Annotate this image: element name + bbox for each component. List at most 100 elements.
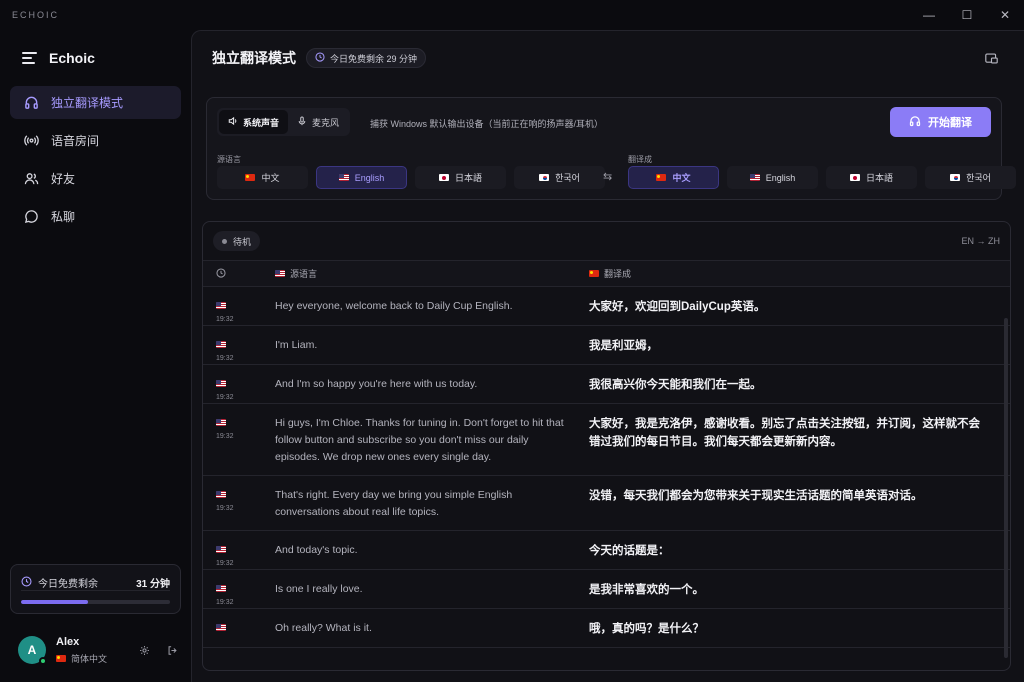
user-language-label: 简体中文 <box>71 653 108 664</box>
transcript-panel: 待机 EN → ZH 源语言 翻译成 19:32 Hey everyone, we… <box>202 221 1011 671</box>
korea-flag-icon <box>950 174 961 181</box>
menu-icon[interactable] <box>22 52 37 64</box>
avatar[interactable]: A <box>18 636 47 665</box>
source-language-label: 源语言 <box>217 155 241 164</box>
remaining-time-badge: 今日免费剩余 29 分钟 <box>306 48 427 68</box>
target-lang-chinese[interactable]: 中文 <box>628 166 719 189</box>
row-target-text: 大家好，欢迎回到DailyCup英语。 <box>589 301 766 313</box>
target-lang-japanese[interactable]: 日本語 <box>826 166 917 189</box>
clock-icon <box>315 52 325 64</box>
tab-label: 麦克风 <box>312 117 340 128</box>
user-name: Alex <box>56 635 80 648</box>
japan-flag-icon <box>849 174 860 181</box>
china-flag-icon <box>589 270 599 277</box>
user-panel: A Alex 简体中文 <box>18 632 178 668</box>
free-quota-card: 今日免费剩余 31 分钟 <box>10 564 181 614</box>
us-flag-icon <box>749 174 760 181</box>
users-icon <box>23 171 39 187</box>
table-row: 19:32 Is one I really love. 是我非常喜欢的一个。 <box>203 570 1010 609</box>
minimize-button[interactable]: — <box>910 0 948 30</box>
row-time: 19:32 <box>216 433 234 440</box>
lang-label: English <box>354 172 385 183</box>
source-lang-english[interactable]: English <box>316 166 407 189</box>
target-lang-korean[interactable]: 한국어 <box>925 166 1016 189</box>
lang-label: 日本語 <box>454 173 482 183</box>
table-row: 19:32 Hey everyone, welcome back to Daily… <box>203 287 1010 326</box>
row-target-text: 大家好，我是克洛伊，感谢收看。别忘了点击关注按钮，并订阅，这样就不会错过我们的每… <box>589 418 980 448</box>
sidebar-item-friends[interactable]: 好友 <box>10 162 181 195</box>
us-flag-icon <box>275 270 285 277</box>
table-row: Oh really? What is it. 哦，真的吗？是什么？ <box>203 609 1010 648</box>
settings-gear-icon[interactable] <box>138 644 150 656</box>
transcript-rows: 19:32 Hey everyone, welcome back to Daily… <box>203 287 1010 648</box>
us-flag-icon <box>216 546 226 553</box>
row-source-text: Is one I really love. <box>275 583 363 595</box>
source-lang-japanese[interactable]: 日本語 <box>415 166 506 189</box>
us-flag-icon <box>216 341 226 348</box>
row-source-text: And I'm so happy you're here with us tod… <box>275 378 478 390</box>
china-flag-icon <box>56 654 66 662</box>
sidebar-item-voice-room[interactable]: 语音房间 <box>10 124 181 157</box>
maximize-button[interactable]: ☐ <box>948 0 986 30</box>
minimize-icon: — <box>923 8 935 22</box>
headphones-icon <box>909 115 921 130</box>
column-target: 翻译成 <box>604 269 632 279</box>
table-row: 19:32 And today's topic. 今天的话题是： <box>203 531 1010 570</box>
lang-label: 한국어 <box>966 173 991 183</box>
row-target-text: 我很高兴你今天能和我们在一起。 <box>589 379 762 391</box>
row-target-text: 我是利亚姆， <box>589 340 658 352</box>
china-flag-icon <box>656 174 667 181</box>
quota-progress-bar <box>21 600 170 604</box>
status-label: 待机 <box>233 236 252 247</box>
start-translation-button[interactable]: 开始翻译 <box>890 107 991 137</box>
source-language-selector: 中文 English 日本語 한국어 <box>217 166 605 189</box>
korea-flag-icon <box>539 174 550 181</box>
app-title: ECHOIC <box>12 10 60 20</box>
logout-icon[interactable] <box>166 644 178 656</box>
clock-icon <box>21 575 32 590</box>
row-target-text: 没错，每天我们都会为您带来关于现实生活话题的简单英语对话。 <box>589 490 923 502</box>
chat-icon <box>23 209 39 225</box>
capture-device-note: 捕获 Windows 默认输出设备（当前正在响的扬声器/耳机） <box>370 119 604 129</box>
us-flag-icon <box>216 491 226 498</box>
swap-languages-icon[interactable]: ⇆ <box>603 170 612 183</box>
row-time: 19:32 <box>216 355 234 362</box>
row-source-text: Hi guys, I'm Chloe. Thanks for tuning in… <box>275 417 564 463</box>
quota-value: 31 分钟 <box>136 579 170 590</box>
main-content: 独立翻译模式 今日免费剩余 29 分钟 系统声音 麦克风 捕获 Windows … <box>191 30 1024 682</box>
start-translation-label: 开始翻译 <box>928 117 972 129</box>
title-bar: ECHOIC — ☐ ✕ <box>0 0 1024 30</box>
row-time: 19:32 <box>216 394 234 401</box>
row-source-text: I'm Liam. <box>275 339 318 351</box>
audio-source-tabs: 系统声音 麦克风 <box>217 108 351 136</box>
row-source-text: Oh really? What is it. <box>275 622 372 634</box>
row-target-text: 哦，真的吗？是什么？ <box>589 623 704 635</box>
row-source-text: Hey everyone, welcome back to Daily Cup … <box>275 300 513 312</box>
lang-label: 日本語 <box>865 173 893 183</box>
target-lang-english[interactable]: English <box>727 166 818 189</box>
source-lang-korean[interactable]: 한국어 <box>514 166 605 189</box>
lang-label: 中文 <box>672 173 691 183</box>
lang-label: English <box>765 172 796 183</box>
broadcast-icon <box>23 133 39 149</box>
sidebar-item-private-chat[interactable]: 私聊 <box>10 200 181 233</box>
tab-system-audio[interactable]: 系统声音 <box>219 110 289 134</box>
maximize-icon: ☐ <box>961 8 973 22</box>
source-lang-chinese[interactable]: 中文 <box>217 166 308 189</box>
mini-window-icon[interactable] <box>985 53 998 67</box>
tab-label: 系统声音 <box>243 117 280 128</box>
close-button[interactable]: ✕ <box>986 0 1024 30</box>
tab-microphone[interactable]: 麦克风 <box>288 110 348 134</box>
scrollbar[interactable] <box>1004 318 1008 658</box>
us-flag-icon <box>216 624 226 631</box>
sidebar-item-translation-mode[interactable]: 独立翻译模式 <box>10 86 181 119</box>
us-flag-icon <box>216 302 226 309</box>
row-target-text: 今天的话题是： <box>589 545 670 557</box>
row-source-text: And today's topic. <box>275 544 358 556</box>
table-row: 19:32 I'm Liam. 我是利亚姆， <box>203 326 1010 365</box>
us-flag-icon <box>216 380 226 387</box>
lang-label: 한국어 <box>555 173 580 183</box>
lang-label: 中文 <box>261 173 280 183</box>
sidebar-item-label: 好友 <box>51 172 76 186</box>
china-flag-icon <box>245 174 256 181</box>
